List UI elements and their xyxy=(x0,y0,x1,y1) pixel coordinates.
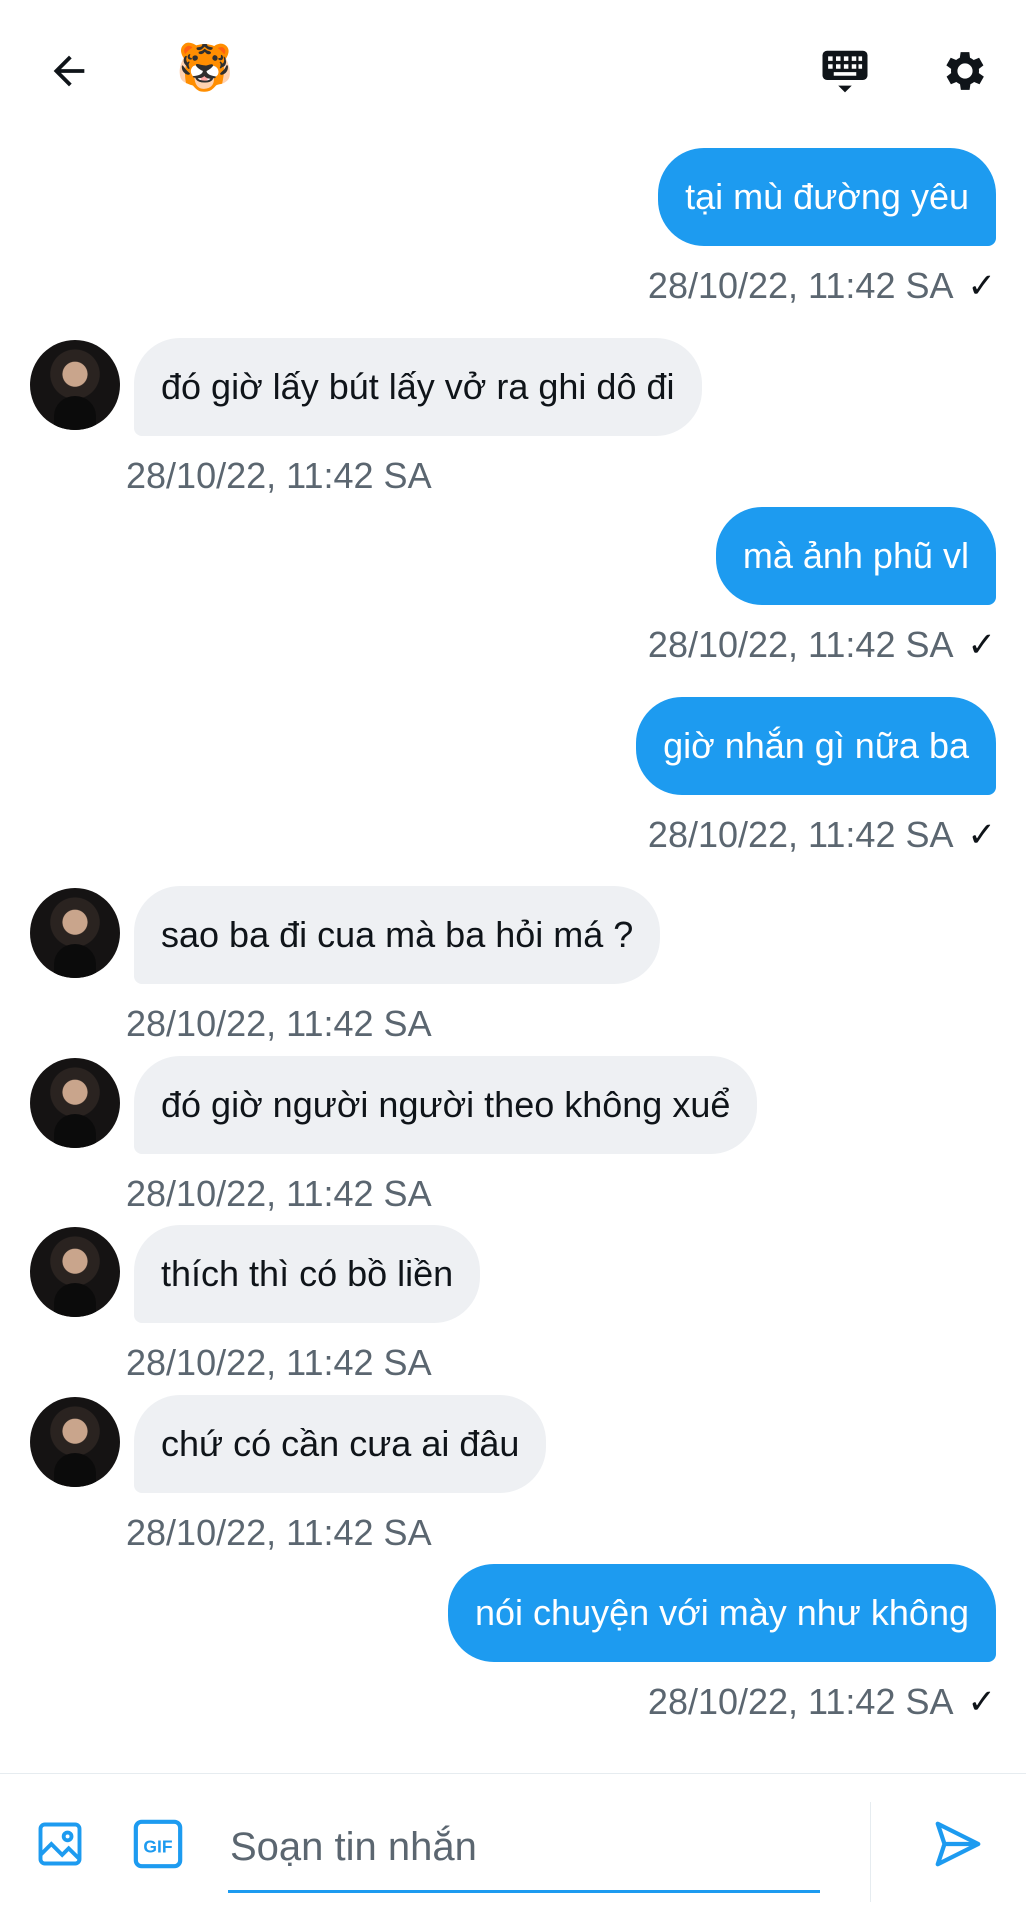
sent-check-icon: ✓ xyxy=(967,1683,997,1721)
message-bubble[interactable]: tại mù đường yêu xyxy=(658,148,996,246)
sender-avatar[interactable] xyxy=(30,1227,120,1317)
contact-avatar[interactable]: 🐯 xyxy=(176,38,234,96)
gear-icon[interactable] xyxy=(932,38,998,104)
message-timestamp: 28/10/22, 11:42 SA xyxy=(647,624,954,665)
message-timestamp: 28/10/22, 11:42 SA xyxy=(647,814,954,855)
message-timestamp: 28/10/22, 11:42 SA xyxy=(126,1173,432,1214)
message-bubble[interactable]: sao ba đi cua mà ba hỏi má ? xyxy=(134,886,661,984)
message-list[interactable]: tại mù đường yêu 28/10/22, 11:42 SA ✓ đó… xyxy=(0,136,1026,1773)
back-arrow-icon[interactable] xyxy=(36,38,102,104)
gif-icon[interactable]: GIF xyxy=(130,1816,186,1872)
composer-divider xyxy=(870,1802,871,1902)
sent-check-icon: ✓ xyxy=(967,816,997,854)
sender-avatar[interactable] xyxy=(30,888,120,978)
message-meta: 28/10/22, 11:42 SA ✓ xyxy=(648,813,996,857)
sent-check-icon: ✓ xyxy=(967,267,997,305)
message-bubble[interactable]: chứ có cần cưa ai đâu xyxy=(134,1395,547,1493)
message-meta: 28/10/22, 11:42 SA ✓ xyxy=(648,623,996,667)
sender-avatar[interactable] xyxy=(30,1058,120,1148)
sender-avatar[interactable] xyxy=(30,340,120,430)
sent-check-icon: ✓ xyxy=(967,626,997,664)
image-icon[interactable] xyxy=(32,1816,88,1872)
message-bubble[interactable]: nói chuyện với mày như không xyxy=(448,1564,996,1662)
message-timestamp: 28/10/22, 11:42 SA xyxy=(647,1681,954,1722)
received-message: sao ba đi cua mà ba hỏi má ? 28/10/22, 1… xyxy=(0,886,1026,1046)
received-message: thích thì có bồ liền 28/10/22, 11:42 SA xyxy=(0,1225,1026,1385)
message-input-container xyxy=(228,1802,824,1893)
send-icon[interactable] xyxy=(928,1814,988,1874)
message-bubble[interactable]: mà ảnh phũ vl xyxy=(715,507,996,605)
gif-label: GIF xyxy=(143,1836,172,1856)
sent-message: nói chuyện với mày như không 28/10/22, 1… xyxy=(0,1564,1026,1724)
conversation-header: 🐯 xyxy=(0,0,1026,136)
message-meta: 28/10/22, 11:42 SA ✓ xyxy=(648,1680,996,1724)
received-message: đó giờ người người theo không xuể 28/10/… xyxy=(0,1056,1026,1216)
message-composer: GIF xyxy=(0,1773,1026,1921)
message-input[interactable] xyxy=(228,1802,824,1892)
message-timestamp: 28/10/22, 11:42 SA xyxy=(126,455,432,496)
message-bubble[interactable]: đó giờ lấy bút lấy vở ra ghi dô đi xyxy=(134,338,702,436)
sender-avatar[interactable] xyxy=(30,1397,120,1487)
message-timestamp: 28/10/22, 11:42 SA xyxy=(126,1003,432,1044)
received-message: chứ có cần cưa ai đâu 28/10/22, 11:42 SA xyxy=(0,1395,1026,1555)
keyboard-icon[interactable] xyxy=(812,38,878,104)
message-timestamp: 28/10/22, 11:42 SA xyxy=(126,1342,432,1383)
message-timestamp: 28/10/22, 11:42 SA xyxy=(126,1512,432,1553)
message-meta: 28/10/22, 11:42 SA ✓ xyxy=(648,264,996,308)
sent-message: mà ảnh phũ vl 28/10/22, 11:42 SA ✓ xyxy=(0,507,1026,667)
received-message: đó giờ lấy bút lấy vở ra ghi dô đi 28/10… xyxy=(0,338,1026,498)
sent-message: tại mù đường yêu 28/10/22, 11:42 SA ✓ xyxy=(0,148,1026,308)
message-bubble[interactable]: giờ nhắn gì nữa ba xyxy=(636,697,996,795)
message-bubble[interactable]: thích thì có bồ liền xyxy=(134,1225,481,1323)
message-bubble[interactable]: đó giờ người người theo không xuể xyxy=(134,1056,758,1154)
sent-message: giờ nhắn gì nữa ba 28/10/22, 11:42 SA ✓ xyxy=(0,697,1026,857)
message-timestamp: 28/10/22, 11:42 SA xyxy=(647,265,954,306)
